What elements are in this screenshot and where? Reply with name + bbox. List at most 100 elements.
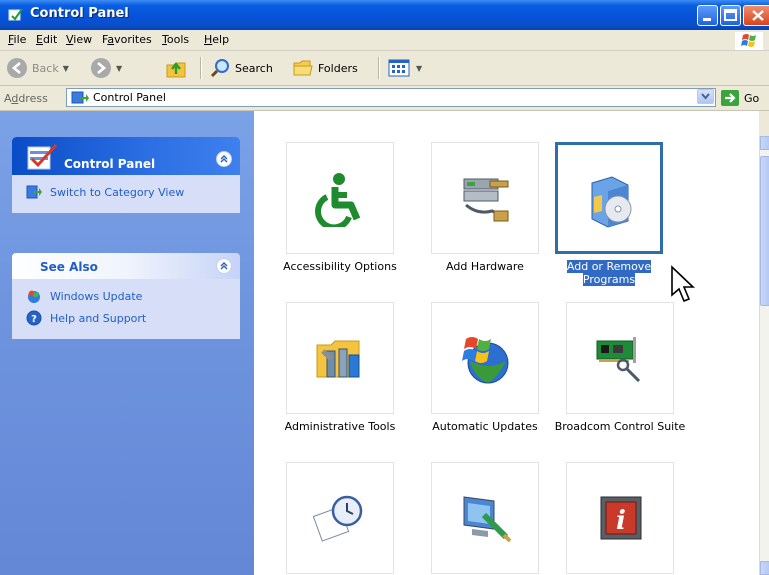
accessibility-options-label: Accessibility Options <box>283 260 397 273</box>
maximize-button[interactable] <box>720 5 741 26</box>
administrative-tools-label: Administrative Tools <box>284 420 396 433</box>
broadcom-control-suite-label: Broadcom Control Suite <box>554 420 686 433</box>
toolbar: Back ▼ ▼ Search Folders ▼ <box>0 51 769 86</box>
search-label: Search <box>235 61 273 75</box>
vertical-scrollbar[interactable] <box>759 136 769 575</box>
add-or-remove-programs-label-line1: Add or Remove <box>566 260 652 273</box>
go-arrow-icon <box>721 90 739 106</box>
minimize-button[interactable] <box>697 5 718 26</box>
add-hardware-label: Add Hardware <box>446 260 524 273</box>
toolbar-separator <box>200 57 202 79</box>
broadcom-control-suite-tile[interactable] <box>566 302 674 414</box>
collapse-control-panel-button[interactable] <box>216 151 232 167</box>
menu-edit-mnemonic: E <box>36 33 43 46</box>
add-hardware-tile[interactable] <box>431 142 539 254</box>
menu-favorites[interactable]: Favorites <box>102 33 152 46</box>
control-panel-task-panel: Control Panel Switch to Category View <box>12 137 240 213</box>
switch-to-category-view-link[interactable]: Switch to Category View <box>12 181 240 203</box>
windows-update-icon <box>28 290 40 303</box>
broadcom-icon <box>596 337 641 383</box>
scroll-up-button[interactable] <box>760 136 769 150</box>
go-label: Go <box>744 91 760 105</box>
administrative-tools-icon <box>316 340 360 378</box>
title-bar[interactable]: Control Panel <box>0 0 769 30</box>
windows-update-link[interactable]: Windows Update <box>12 285 240 307</box>
see-also-panel: See Also Windows Update ? Help and Suppo… <box>12 253 240 339</box>
address-dropdown-button[interactable] <box>697 89 714 104</box>
window-title: Control Panel <box>30 6 129 21</box>
menu-view[interactable]: View <box>66 33 92 46</box>
svg-text:?: ? <box>31 314 37 325</box>
folders-button[interactable]: Folders <box>292 54 358 82</box>
menu-tools-label: ools <box>166 33 190 46</box>
automatic-updates-label: Automatic Updates <box>432 420 538 433</box>
back-arrow-icon <box>7 58 27 78</box>
views-dropdown-icon: ▼ <box>416 63 423 73</box>
info-icon: i <box>600 496 642 540</box>
windows-update-label: Windows Update <box>50 289 143 303</box>
back-label: Back <box>32 61 59 75</box>
mouse-pointer-icon <box>671 265 695 303</box>
see-also-panel-header[interactable]: See Also <box>12 253 240 279</box>
switch-to-category-view-label: Switch to Category View <box>50 185 185 199</box>
administrative-tools-tile[interactable] <box>286 302 394 414</box>
add-hardware-icon <box>463 178 509 222</box>
forward-arrow-icon <box>91 58 111 78</box>
address-input[interactable]: Control Panel <box>66 88 716 107</box>
address-value: Control Panel <box>93 91 166 104</box>
system-information-tile[interactable]: i <box>566 462 674 574</box>
back-button[interactable]: Back ▼ <box>6 54 69 82</box>
address-bar: Address Control Panel Go <box>0 86 769 111</box>
menu-edit[interactable]: Edit <box>36 33 57 46</box>
add-remove-programs-icon <box>591 176 632 228</box>
views-icon <box>388 59 410 77</box>
control-panel-panel-header[interactable]: Control Panel <box>12 137 240 175</box>
forward-dropdown-icon: ▼ <box>116 63 123 73</box>
svg-text:i: i <box>616 506 626 536</box>
menu-help-label: elp <box>212 33 230 46</box>
automatic-updates-icon <box>462 337 509 384</box>
display-tile[interactable] <box>431 462 539 574</box>
help-and-support-label: Help and Support <box>50 311 147 325</box>
scroll-thumb[interactable] <box>760 156 769 306</box>
toolbar-separator <box>378 57 380 79</box>
menu-view-label: iew <box>73 33 93 46</box>
menu-tools[interactable]: Tools <box>162 33 189 46</box>
up-folder-button[interactable] <box>165 54 189 82</box>
search-icon <box>210 59 229 78</box>
menu-favorites-label: vorites <box>114 33 152 46</box>
display-icon <box>463 496 512 543</box>
control-panel-window: Control Panel File Edit View Favorites T… <box>0 0 769 575</box>
folders-label: Folders <box>318 61 358 75</box>
search-button[interactable]: Search <box>209 54 273 82</box>
see-also-panel-title: See Also <box>40 260 98 274</box>
date-time-icon <box>313 495 363 542</box>
category-view-icon <box>26 185 42 199</box>
go-button[interactable]: Go <box>720 88 759 108</box>
help-and-support-link[interactable]: ? Help and Support <box>12 307 240 329</box>
menu-help[interactable]: Help <box>204 33 229 46</box>
add-or-remove-programs-label-line2: Programs <box>582 273 636 286</box>
control-panel-icon <box>71 91 89 104</box>
automatic-updates-tile[interactable] <box>431 302 539 414</box>
accessibility-icon <box>315 173 361 227</box>
add-or-remove-programs-tile[interactable] <box>555 142 663 254</box>
close-button[interactable] <box>743 5 769 26</box>
menu-file-label: ile <box>13 33 27 46</box>
menu-bar: File Edit View Favorites Tools Help <box>0 30 769 51</box>
folders-icon <box>293 60 313 76</box>
menu-edit-label: dit <box>42 33 58 46</box>
task-pane: Control Panel Switch to Category View Se… <box>0 111 254 575</box>
accessibility-options-tile[interactable] <box>286 142 394 254</box>
forward-button[interactable]: ▼ <box>90 54 122 82</box>
help-icon: ? <box>26 310 42 326</box>
date-and-time-tile[interactable] <box>286 462 394 574</box>
control-panel-icon <box>8 8 23 21</box>
scroll-down-button[interactable] <box>760 561 769 575</box>
address-label-rest: dress <box>18 92 48 105</box>
control-panel-large-icon <box>27 143 58 170</box>
menu-file[interactable]: File <box>8 33 26 46</box>
up-folder-icon <box>166 62 186 78</box>
collapse-see-also-button[interactable] <box>216 258 232 274</box>
views-button[interactable]: ▼ <box>388 54 422 82</box>
